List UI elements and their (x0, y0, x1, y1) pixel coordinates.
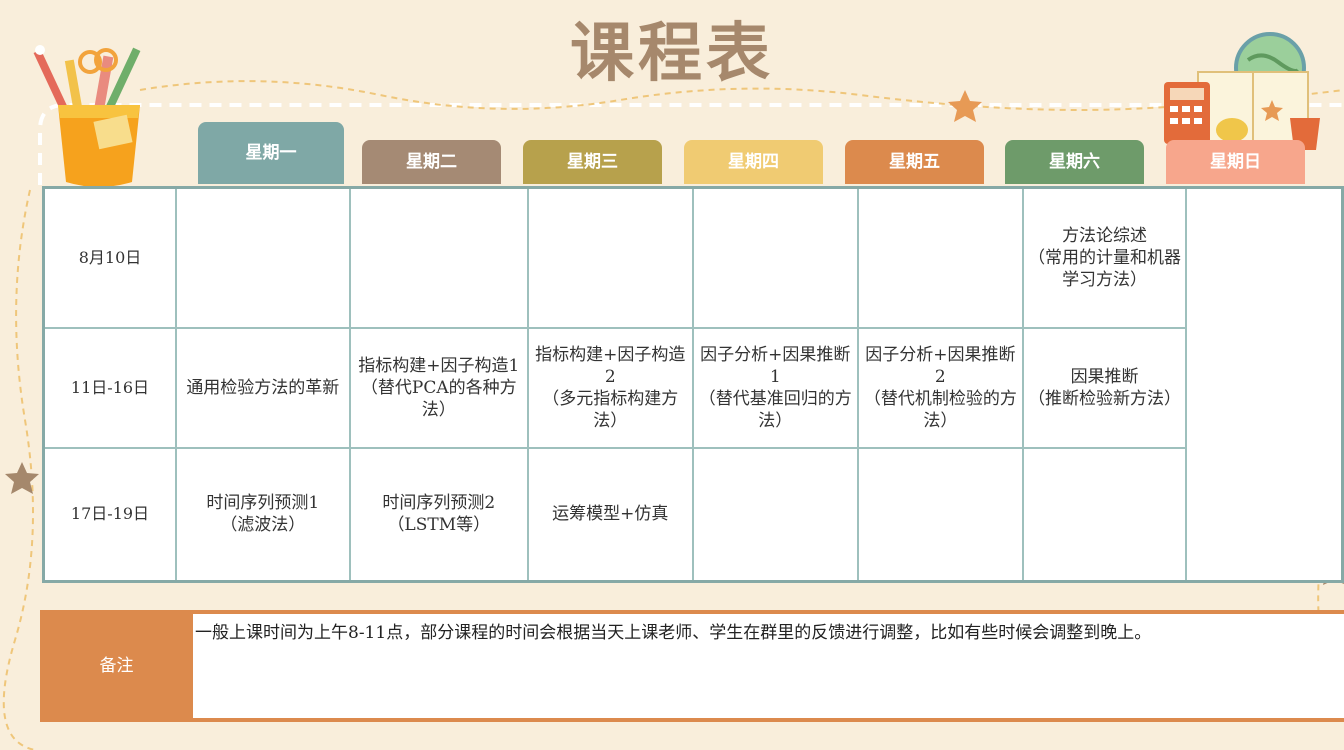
tab-monday: 星期一 (198, 122, 344, 184)
course-cell (1021, 446, 1188, 583)
table-row: 17日-19日 时间序列预测1 （滤波法） 时间序列预测2 （LSTM等） 运筹… (42, 446, 1343, 583)
tab-friday: 星期五 (845, 140, 984, 184)
wavy-line-left (2, 189, 36, 750)
tab-sunday: 星期日 (1166, 140, 1305, 184)
course-cell: 指标构建+因子构造2 （多元指标构建方 法） (526, 326, 694, 449)
course-cell: 因果推断 （推断检验新方法） (1021, 326, 1188, 449)
table-row: 8月10日 方法论综述 （常用的计量和机器 学习方法） (42, 186, 1343, 329)
date-cell: 8月10日 (42, 186, 177, 329)
course-cell (691, 446, 860, 583)
notes-label: 备注 (40, 614, 193, 718)
date-cell: 17日-19日 (42, 446, 177, 583)
course-cell: 因子分析+因果推断1 （替代基准回归的方 法） (691, 326, 860, 449)
course-cell (526, 186, 694, 329)
course-cell: 时间序列预测2 （LSTM等） (348, 446, 529, 583)
tab-wednesday: 星期三 (523, 140, 662, 184)
tab-tuesday: 星期二 (362, 140, 501, 184)
course-cell: 运筹模型+仿真 (526, 446, 694, 583)
course-cell (857, 186, 1024, 329)
table-row: 11日-16日 通用检验方法的革新 指标构建+因子构造1 （替代PCA的各种方法… (42, 326, 1343, 449)
date-cell: 11日-16日 (42, 326, 177, 449)
tab-thursday: 星期四 (684, 140, 823, 184)
course-cell (174, 186, 351, 329)
course-cell: 因子分析+因果推断2 （替代机制检验的方 法） (857, 326, 1024, 449)
schedule-table: 8月10日 方法论综述 （常用的计量和机器 学习方法） 11日-16日 通用检验… (42, 186, 1344, 583)
notes-section: 备注 一般上课时间为上午8-11点，部分课程的时间会根据当天上课老师、学生在群里… (40, 610, 1344, 722)
course-cell (348, 186, 529, 329)
notes-text: 一般上课时间为上午8-11点，部分课程的时间会根据当天上课老师、学生在群里的反馈… (195, 623, 1152, 643)
star-icon (948, 90, 982, 122)
tab-saturday: 星期六 (1005, 140, 1144, 184)
course-cell: 通用检验方法的革新 (174, 326, 351, 449)
course-cell: 指标构建+因子构造1 （替代PCA的各种方法） (348, 326, 529, 449)
star-icon (5, 462, 39, 494)
page-title: 课程表 (570, 17, 774, 91)
course-cell: 时间序列预测1 （滤波法） (174, 446, 351, 583)
course-cell (691, 186, 860, 329)
course-cell: 方法论综述 （常用的计量和机器 学习方法） (1021, 186, 1188, 329)
course-cell (857, 446, 1024, 583)
